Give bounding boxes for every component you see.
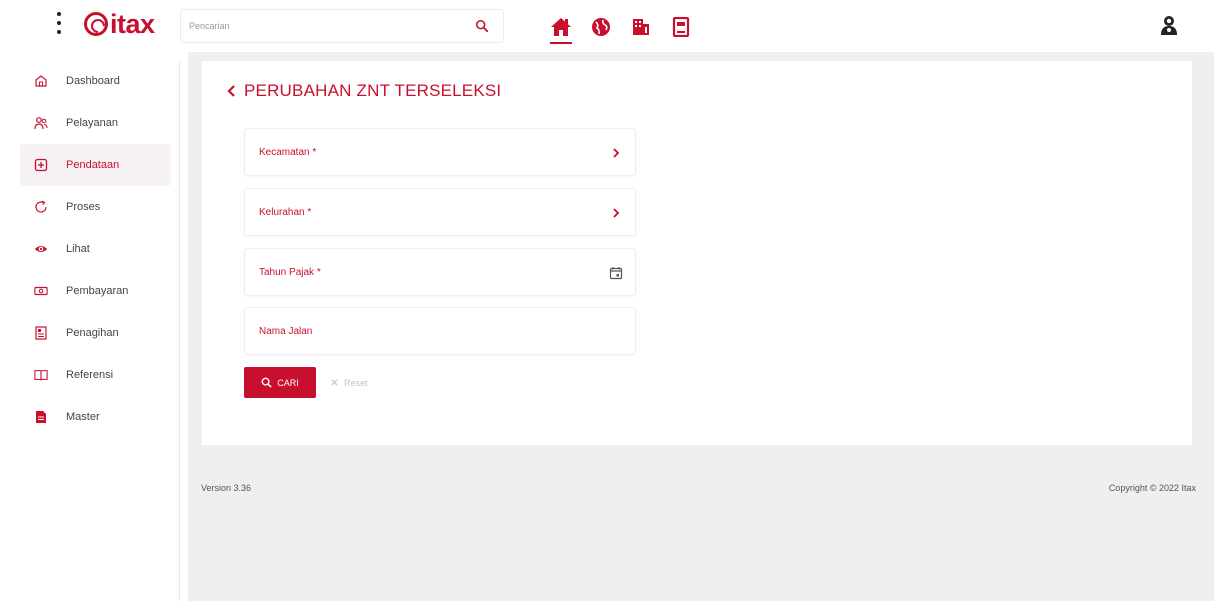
money-icon	[34, 284, 48, 298]
reset-button[interactable]: Reset	[330, 367, 368, 398]
field-label: Tahun Pajak *	[259, 266, 321, 278]
home-icon	[550, 18, 571, 36]
users-icon	[34, 116, 48, 130]
logo-mark-icon	[84, 12, 108, 36]
sidebar-item-referensi[interactable]: Referensi	[20, 354, 171, 396]
globe-icon	[591, 18, 610, 36]
version-text: Version 3.36	[201, 483, 252, 493]
nama-jalan-field[interactable]: Nama Jalan	[244, 307, 636, 355]
search-icon	[261, 377, 272, 388]
nav-globe[interactable]	[585, 10, 616, 44]
sidebar-item-penagihan[interactable]: Penagihan	[20, 312, 171, 354]
cari-button-label: CARI	[277, 377, 299, 388]
page-title: PERUBAHAN ZNT TERSELEKSI	[226, 81, 501, 101]
form-card: PERUBAHAN ZNT TERSELEKSI Kecamatan * Kel…	[202, 61, 1192, 445]
kecamatan-field[interactable]: Kecamatan *	[244, 128, 636, 176]
sidebar-item-pendataan[interactable]: Pendataan	[20, 144, 171, 186]
close-icon	[331, 379, 338, 386]
home-outline-icon	[34, 74, 48, 88]
itax-logo[interactable]: itax	[84, 9, 155, 39]
sidebar-item-label: Master	[66, 411, 100, 423]
nav-home[interactable]	[545, 10, 576, 44]
field-label: Kecamatan *	[259, 146, 317, 158]
field-label: Nama Jalan	[259, 325, 313, 337]
book-icon	[672, 17, 689, 37]
cari-button[interactable]: CARI	[244, 367, 316, 398]
refresh-icon	[34, 200, 48, 214]
sidebar-item-pelayanan[interactable]: Pelayanan	[20, 102, 171, 144]
search-box	[180, 9, 504, 43]
main-content: PERUBAHAN ZNT TERSELEKSI Kecamatan * Kel…	[188, 52, 1214, 601]
calendar-icon[interactable]	[609, 266, 623, 280]
sidebar-item-label: Pembayaran	[66, 285, 129, 297]
building-icon	[632, 19, 649, 35]
kelurahan-field[interactable]: Kelurahan *	[244, 188, 636, 236]
sidebar-item-label: Pendataan	[66, 159, 120, 171]
nav-book[interactable]	[665, 10, 696, 44]
top-navigation	[545, 10, 696, 44]
sidebar-item-label: Proses	[66, 201, 101, 213]
chevron-right-icon	[613, 148, 620, 158]
tahun-pajak-field[interactable]: Tahun Pajak *	[244, 248, 636, 296]
user-icon[interactable]	[1158, 14, 1180, 36]
sidebar-item-label: Pelayanan	[66, 117, 118, 129]
sidebar-item-master[interactable]: Master	[20, 396, 171, 438]
book-open-icon	[34, 368, 48, 382]
search-input[interactable]	[181, 10, 461, 42]
page-title-text: PERUBAHAN ZNT TERSELEKSI	[244, 81, 502, 100]
search-icon[interactable]	[475, 19, 489, 33]
sidebar-item-label: Dashboard	[66, 75, 120, 87]
sidebar-item-pembayaran[interactable]: Pembayaran	[20, 270, 171, 312]
logo-text: itax	[110, 8, 155, 39]
sidebar-item-label: Lihat	[66, 243, 90, 255]
sidebar-item-dashboard[interactable]: Dashboard	[20, 60, 171, 102]
copyright-text: Copyright © 2022 Itax	[1108, 483, 1196, 493]
sidebar-item-proses[interactable]: Proses	[20, 186, 171, 228]
kebab-menu-icon[interactable]	[55, 12, 63, 34]
sidebar-item-label: Penagihan	[66, 327, 119, 339]
sidebar-item-label: Referensi	[66, 369, 114, 381]
invoice-icon	[34, 326, 48, 340]
nav-building[interactable]	[625, 10, 656, 44]
top-bar: itax	[0, 0, 1214, 52]
plus-square-icon	[34, 158, 48, 172]
sidebar: Dashboard Pelayanan Pendataan Proses Lih…	[20, 60, 180, 601]
chevron-right-icon	[613, 208, 620, 218]
field-label: Kelurahan *	[259, 206, 312, 218]
sidebar-item-lihat[interactable]: Lihat	[20, 228, 171, 270]
chevron-left-icon[interactable]	[226, 84, 236, 98]
reset-button-label: Reset	[344, 377, 368, 388]
eye-icon	[34, 242, 48, 256]
file-icon	[34, 410, 48, 424]
